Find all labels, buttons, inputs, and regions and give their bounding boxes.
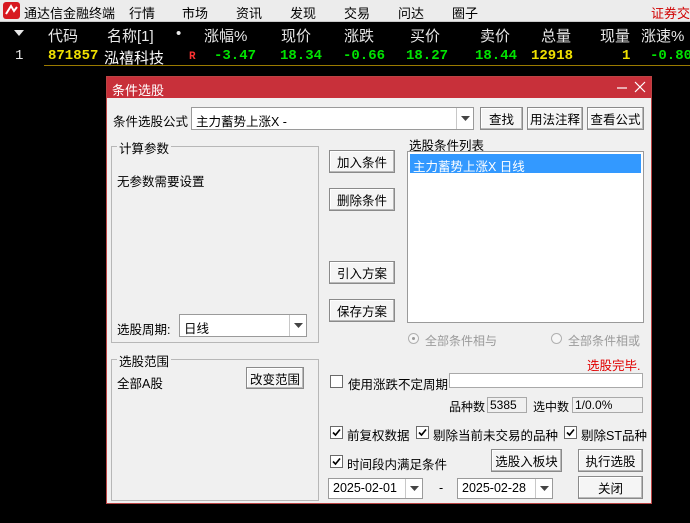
col-header-change-pct[interactable]: 涨幅% bbox=[204, 25, 247, 46]
check-icon bbox=[332, 428, 341, 437]
app-logo-icon bbox=[3, 2, 20, 19]
table-row[interactable]: 1 871857 泓禧科技 R -3.47 18.34 -0.66 18.27 … bbox=[0, 45, 690, 67]
stock-screener-dialog: 条件选股 条件选股公式 主力蓄势上涨X - 查找 用法注释 查看公式 计算参数 … bbox=[106, 76, 652, 504]
menu-trade[interactable]: 交易 bbox=[344, 3, 370, 22]
selected-count-label: 选中数 bbox=[533, 400, 570, 414]
radio-all-and-label: 全部条件相与 bbox=[425, 334, 498, 348]
params-text: 无参数需要设置 bbox=[117, 175, 205, 189]
menu-news[interactable]: 资讯 bbox=[236, 3, 262, 22]
prior-adjusted-label: 前复权数据 bbox=[347, 429, 410, 443]
period-value: 日线 bbox=[184, 322, 210, 336]
list-item[interactable]: 主力蓄势上涨X 日线 bbox=[410, 154, 641, 174]
col-header-ask[interactable]: 卖价 bbox=[480, 25, 510, 46]
col-header-volume[interactable]: 总量 bbox=[541, 25, 571, 46]
params-group-title: 计算参数 bbox=[117, 138, 172, 157]
col-header-current-vol[interactable]: 现量 bbox=[600, 25, 630, 46]
menu-broker[interactable]: 证券交 bbox=[651, 3, 690, 22]
check-icon bbox=[332, 457, 341, 466]
row-speed: -0.80 bbox=[650, 48, 690, 64]
formula-label: 条件选股公式 bbox=[113, 115, 189, 129]
col-header-bid[interactable]: 买价 bbox=[410, 25, 440, 46]
col-header-name[interactable]: 名称[1] bbox=[107, 25, 154, 46]
row-code: 871857 bbox=[48, 48, 99, 64]
chevron-down-icon[interactable] bbox=[535, 479, 552, 498]
dialog-titlebar[interactable]: 条件选股 bbox=[107, 77, 651, 98]
row-ask: 18.44 bbox=[475, 48, 518, 64]
quote-table-header: 代码 名称[1] • 涨幅% 现价 涨跌 买价 卖价 总量 现量 涨速% bbox=[0, 22, 690, 45]
row-price: 18.34 bbox=[280, 48, 323, 64]
period-select[interactable]: 日线 bbox=[179, 314, 307, 337]
period-label: 选股周期: bbox=[117, 323, 171, 337]
date-from-picker[interactable]: 2025-02-01 bbox=[328, 478, 423, 499]
view-formula-button[interactable]: 查看公式 bbox=[587, 107, 644, 130]
col-header-speed[interactable]: 涨速% bbox=[641, 25, 684, 46]
sort-arrow-icon[interactable] bbox=[14, 30, 24, 37]
date-to-picker[interactable]: 2025-02-28 bbox=[457, 478, 553, 499]
scope-value: 全部A股 bbox=[117, 377, 163, 391]
row-change: -0.66 bbox=[343, 48, 386, 64]
usage-notes-button[interactable]: 用法注释 bbox=[527, 107, 583, 130]
find-button[interactable]: 查找 bbox=[480, 107, 523, 130]
close-icon[interactable] bbox=[633, 78, 647, 96]
minimize-icon[interactable] bbox=[615, 78, 629, 96]
row-flag: R bbox=[189, 51, 196, 63]
stock-count-label: 品种数 bbox=[449, 400, 486, 414]
menu-ask[interactable]: 问达 bbox=[398, 3, 424, 22]
selected-count-value: 1/0.0% bbox=[572, 397, 643, 413]
menu-circle[interactable]: 圈子 bbox=[452, 3, 478, 22]
check-icon bbox=[418, 428, 427, 437]
radio-all-or[interactable] bbox=[551, 333, 562, 344]
time-range-label: 时间段内满足条件 bbox=[347, 458, 448, 472]
col-header-change[interactable]: 涨跌 bbox=[344, 25, 374, 46]
chevron-down-icon[interactable] bbox=[456, 108, 473, 129]
scope-group-title: 选股范围 bbox=[117, 351, 172, 370]
row-current-vol: 1 bbox=[622, 48, 631, 64]
app-title: 通达信金融终端 bbox=[24, 6, 116, 21]
prior-adjusted-checkbox[interactable] bbox=[330, 426, 343, 439]
run-selection-button[interactable]: 执行选股 bbox=[578, 449, 643, 472]
menubar: 通达信金融终端 行情 市场 资讯 发现 交易 问达 圈子 证券交 bbox=[0, 0, 690, 22]
chevron-down-icon[interactable] bbox=[289, 315, 306, 336]
row-change-pct: -3.47 bbox=[214, 48, 257, 64]
col-header-dot[interactable]: • bbox=[176, 25, 181, 42]
change-scope-button[interactable]: 改变范围 bbox=[246, 367, 304, 389]
col-header-code[interactable]: 代码 bbox=[48, 25, 78, 46]
add-condition-button[interactable]: 加入条件 bbox=[329, 150, 395, 173]
condition-list[interactable]: 主力蓄势上涨X 日线 bbox=[407, 151, 644, 323]
exclude-st-checkbox[interactable] bbox=[564, 426, 577, 439]
select-into-board-button[interactable]: 选股入板块 bbox=[491, 449, 562, 472]
exclude-untraded-label: 剔除当前未交易的品种 bbox=[433, 429, 559, 443]
row-volume: 12918 bbox=[531, 48, 574, 64]
row-underline bbox=[44, 65, 690, 66]
date-to-value: 2025-02-28 bbox=[462, 481, 526, 495]
save-plan-button[interactable]: 保存方案 bbox=[329, 299, 395, 322]
uncertain-period-label: 使用涨跌不定周期 bbox=[348, 378, 449, 392]
menu-market[interactable]: 市场 bbox=[182, 3, 208, 22]
radio-all-or-label: 全部条件相或 bbox=[568, 334, 641, 348]
dialog-title: 条件选股 bbox=[112, 83, 165, 98]
stock-count-value: 5385 bbox=[487, 397, 527, 413]
formula-value: 主力蓄势上涨X - bbox=[196, 115, 287, 129]
date-separator: - bbox=[439, 481, 444, 495]
date-from-value: 2025-02-01 bbox=[333, 481, 397, 495]
status-text: 选股完毕. bbox=[587, 359, 641, 373]
radio-all-and[interactable] bbox=[408, 333, 419, 344]
uncertain-period-input[interactable] bbox=[449, 373, 643, 388]
uncertain-period-checkbox[interactable] bbox=[330, 375, 343, 388]
time-range-checkbox[interactable] bbox=[330, 455, 343, 468]
close-button[interactable]: 关闭 bbox=[578, 476, 643, 499]
row-index: 1 bbox=[15, 48, 24, 64]
col-header-price[interactable]: 现价 bbox=[281, 25, 311, 46]
import-plan-button[interactable]: 引入方案 bbox=[329, 261, 395, 284]
chevron-down-icon[interactable] bbox=[405, 479, 422, 498]
check-icon bbox=[566, 428, 575, 437]
exclude-st-label: 剔除ST品种 bbox=[581, 429, 647, 443]
menu-market-quotes[interactable]: 行情 bbox=[129, 3, 155, 22]
formula-select[interactable]: 主力蓄势上涨X - bbox=[191, 107, 474, 130]
delete-condition-button[interactable]: 删除条件 bbox=[329, 188, 395, 211]
row-bid: 18.27 bbox=[406, 48, 449, 64]
exclude-untraded-checkbox[interactable] bbox=[416, 426, 429, 439]
menu-discover[interactable]: 发现 bbox=[290, 3, 316, 22]
